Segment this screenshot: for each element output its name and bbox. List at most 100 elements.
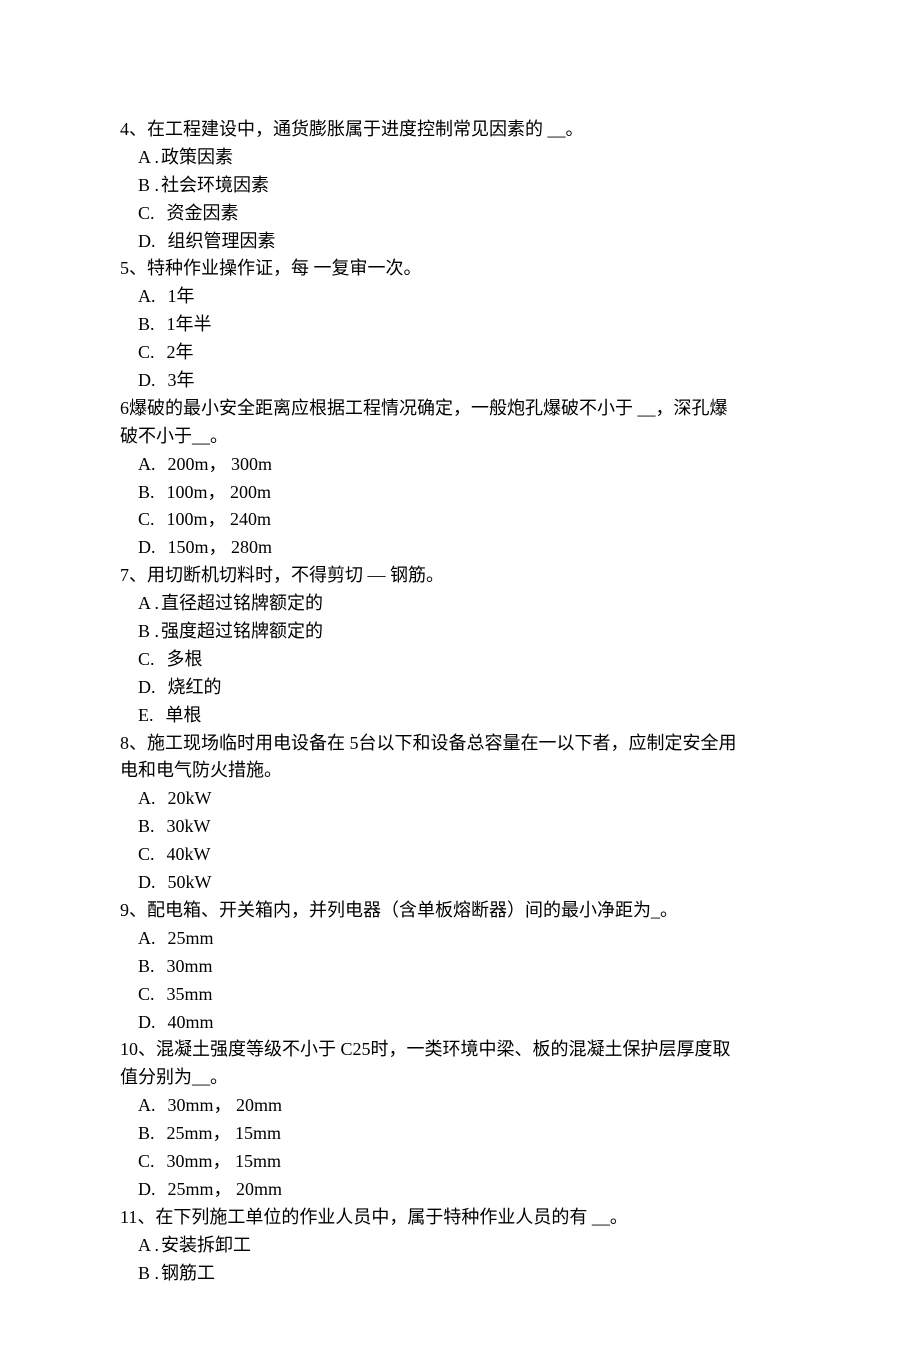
option-label: A. (138, 928, 156, 948)
question-stem-text: 在工程建设中，通货膨胀属于进度控制常见因素的 __。 (147, 119, 584, 139)
option-text: 50kW (168, 872, 212, 892)
option-label: A. (138, 1095, 156, 1115)
question-number: 11、 (120, 1207, 155, 1227)
options-list: A. 30mm， 20mm B.25mm， 15mmC.30mm， 15mm D. 25… (138, 1092, 800, 1204)
option-item: C.30mm， 15mm (138, 1148, 800, 1176)
option-item: A .安装拆卸工 (138, 1232, 800, 1260)
option-label: A . (138, 147, 159, 167)
option-label: B. (138, 956, 155, 976)
options-list: A.20kWB.30kWC.40kWD.50kW (138, 785, 800, 897)
question-stem: 6爆破的最小安全距离应根据工程情况确定，一般炮孔爆破不小于 __，深孔爆 (120, 395, 800, 423)
option-text: 1年半 (167, 314, 212, 334)
option-item: A. 1年 (138, 283, 800, 311)
question-stem: 10、混凝土强度等级不小于 C25时，一类环境中梁、板的混凝土保护层厚度取 (120, 1036, 800, 1064)
option-label: B. (138, 482, 155, 502)
option-text: 钢筋工 (161, 1263, 215, 1283)
option-text: 30mm， 20mm (168, 1095, 283, 1115)
option-label: C. (138, 649, 155, 669)
option-item: C.2年 (138, 339, 800, 367)
option-text: 安装拆卸工 (161, 1235, 251, 1255)
option-label: D. (138, 1179, 156, 1199)
option-item: A.20kW (138, 785, 800, 813)
option-text: 强度超过铭牌额定的 (161, 621, 323, 641)
option-text: 40kW (167, 844, 211, 864)
option-text: 25mm， 20mm (168, 1179, 283, 1199)
question-stem-text: 混凝土强度等级不小于 C25时，一类环境中梁、板的混凝土保护层厚度取 (156, 1039, 731, 1059)
question-stem-text: 用切断机切料时，不得剪切 — 钢筋。 (147, 565, 444, 585)
question-number: 9、 (120, 900, 147, 920)
question-8: 8、施工现场临时用电设备在 5台以下和设备总容量在一以下者，应制定安全用电和电气… (120, 730, 800, 897)
question-stem: 7、用切断机切料时，不得剪切 — 钢筋。 (120, 562, 800, 590)
option-item: A. 200m， 300m (138, 451, 800, 479)
option-text: 1年 (168, 286, 195, 306)
option-label: C. (138, 203, 155, 223)
option-label: C. (138, 509, 155, 529)
option-text: 150m， 280m (168, 537, 273, 557)
question-stem: 4、在工程建设中，通货膨胀属于进度控制常见因素的 __。 (120, 116, 800, 144)
option-label: C. (138, 984, 155, 1004)
option-text: 政策因素 (161, 147, 233, 167)
options-list: A.1年B.1年半C.2年D.3年 (138, 283, 800, 395)
option-item: A. 30mm， 20mm (138, 1092, 800, 1120)
option-item: D.40mm (138, 1009, 800, 1037)
question-stem-continuation: 值分别为__。 (120, 1064, 800, 1092)
option-item: C. 35mm (138, 981, 800, 1009)
option-item: E.单根 (138, 702, 800, 730)
option-text: 100m， 240m (167, 509, 272, 529)
question-stem-text: 爆破的最小安全距离应根据工程情况确定，一般炮孔爆破不小于 __，深孔爆 (129, 398, 728, 418)
question-stem: 9、配电箱、开关箱内，并列电器（含单板熔断器）间的最小净距为_。 (120, 897, 800, 925)
question-7: 7、用切断机切料时，不得剪切 — 钢筋。A .直径超过铭牌额定的 B .强度超过铭… (120, 562, 800, 729)
option-text: 40mm (168, 1012, 214, 1032)
option-text: 35mm (167, 984, 213, 1004)
option-item: D.组织管理因素 (138, 228, 800, 256)
option-label: A. (138, 454, 156, 474)
option-item: D. 25mm， 20mm (138, 1176, 800, 1204)
options-list: A .政策因素B .社会环境因素C.资金因素D.组织管理因素 (138, 144, 800, 256)
option-label: B . (138, 621, 159, 641)
question-10: 10、混凝土强度等级不小于 C25时，一类环境中梁、板的混凝土保护层厚度取值分别… (120, 1036, 800, 1203)
document-page: 4、在工程建设中，通货膨胀属于进度控制常见因素的 __。A .政策因素B .社会… (0, 0, 920, 1347)
option-label: C. (138, 1151, 155, 1171)
options-list: A.200m， 300mB.100m， 200mC.100m， 240mD.15… (138, 451, 800, 563)
question-number: 10、 (120, 1039, 156, 1059)
option-text: 社会环境因素 (161, 175, 269, 195)
option-item: C. 多根 (138, 646, 800, 674)
question-4: 4、在工程建设中，通货膨胀属于进度控制常见因素的 __。 A .政策因素B .社会… (120, 116, 800, 255)
question-stem-continuation: 破不小于__。 (120, 423, 800, 451)
option-item: C.40kW (138, 841, 800, 869)
question-11: 11、在下列施工单位的作业人员中，属于特种作业人员的有 __。A .安装拆卸工B… (120, 1204, 800, 1288)
option-text: 100m， 200m (167, 482, 272, 502)
option-item: B.30kW (138, 813, 800, 841)
option-label: C. (138, 342, 155, 362)
option-item: A.25mm (138, 925, 800, 953)
option-item: B.25mm， 15mm (138, 1120, 800, 1148)
options-list: A.25mm B. 30mm C. 35mm D.40mm (138, 925, 800, 1037)
option-text: 单根 (166, 705, 202, 725)
option-label: B. (138, 816, 155, 836)
question-number: 8、 (120, 733, 147, 753)
question-number: 5、 (120, 258, 147, 278)
option-label: A. (138, 286, 156, 306)
question-5: 5、特种作业操作证，每 一复审一次。A.1年B.1年半C.2年D.3年 (120, 255, 800, 394)
question-6: 6爆破的最小安全距离应根据工程情况确定，一般炮孔爆破不小于 __，深孔爆破不小于… (120, 395, 800, 562)
option-item: D.50kW (138, 869, 800, 897)
option-item: B. 30mm (138, 953, 800, 981)
option-label: B . (138, 1263, 159, 1283)
option-label: B . (138, 175, 159, 195)
option-text: 30mm (167, 956, 213, 976)
option-text: 200m， 300m (168, 454, 273, 474)
question-stem-text: 施工现场临时用电设备在 5台以下和设备总容量在一以下者，应制定安全用 (147, 733, 737, 753)
question-stem-text: 在下列施工单位的作业人员中，属于特种作业人员的有 __。 (155, 1207, 628, 1227)
option-text: 烧红的 (168, 677, 222, 697)
options-list: A .安装拆卸工B .钢筋工 (138, 1232, 800, 1288)
questions-list: 4、在工程建设中，通货膨胀属于进度控制常见因素的 __。A .政策因素B .社会… (120, 116, 800, 1287)
option-label: D. (138, 677, 156, 697)
question-stem: 11、在下列施工单位的作业人员中，属于特种作业人员的有 __。 (120, 1204, 800, 1232)
option-label: A . (138, 1235, 159, 1255)
option-text: 多根 (167, 649, 203, 669)
question-stem: 8、施工现场临时用电设备在 5台以下和设备总容量在一以下者，应制定安全用 (120, 730, 800, 758)
option-item: B. 100m， 200m (138, 479, 800, 507)
option-text: 3年 (168, 370, 195, 390)
option-text: 25mm， 15mm (167, 1123, 282, 1143)
option-item: A .直径超过铭牌额定的 (138, 590, 800, 618)
